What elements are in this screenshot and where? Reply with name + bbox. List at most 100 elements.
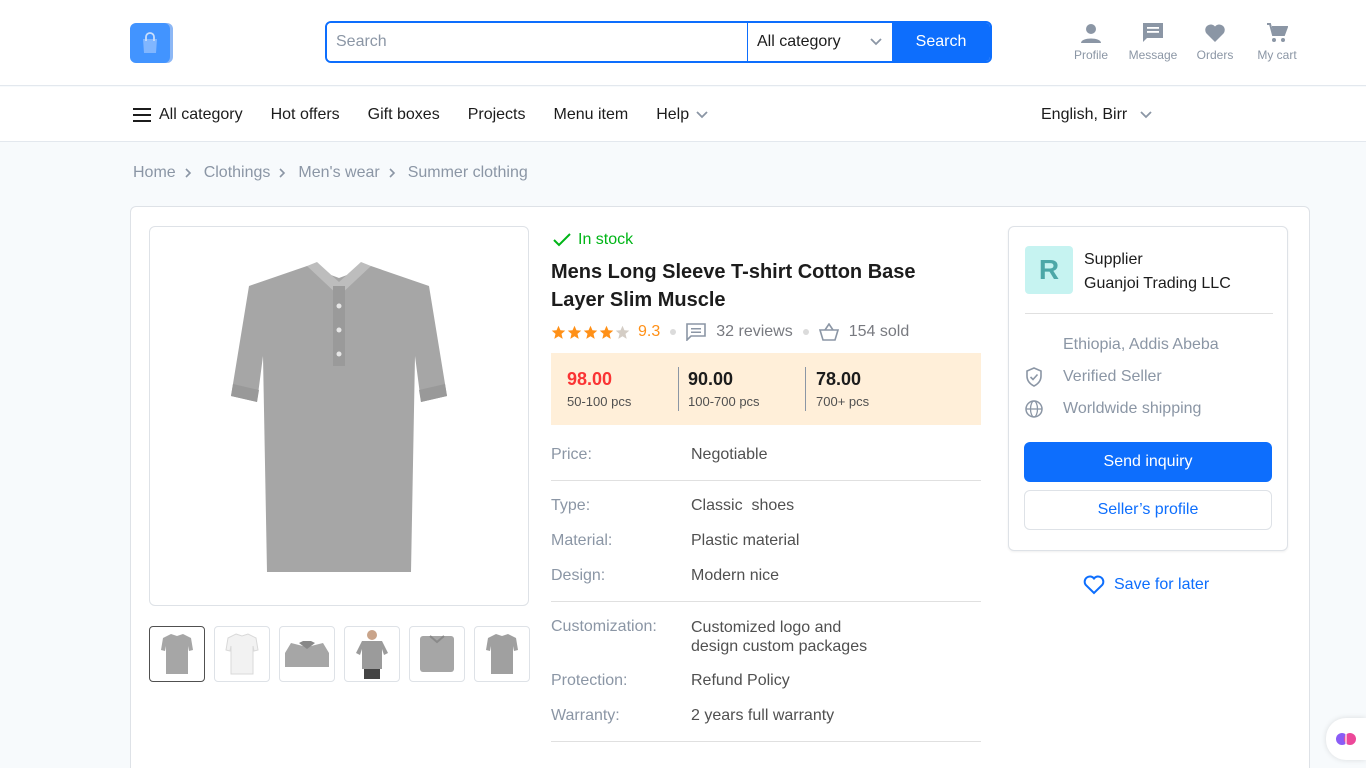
star-icon (551, 325, 566, 339)
spec-warranty: Warranty: 2 years full warranty (551, 707, 834, 725)
breadcrumb-home[interactable]: Home (133, 164, 176, 182)
stock-status-label: In stock (578, 231, 634, 248)
reviews-count[interactable]: 32 reviews (716, 323, 792, 341)
spec-value-line: Customized logo and (691, 619, 842, 636)
main-nav: All category Hot offers Gift boxes Proje… (0, 87, 1366, 142)
price-tier: 78.00 700+ pcs (806, 367, 869, 411)
supplier-verified: Verified Seller (1025, 361, 1219, 393)
save-for-later-button[interactable]: Save for later (1083, 575, 1209, 595)
spec-price: Price: Negotiable (551, 446, 768, 464)
rating-stars (551, 325, 630, 340)
thumbnail-image[interactable] (409, 626, 465, 682)
star-icon (567, 325, 582, 339)
nav-gift-boxes[interactable]: Gift boxes (368, 106, 440, 124)
rating-value: 9.3 (638, 323, 661, 340)
search-input[interactable] (327, 23, 747, 61)
cart-icon (1267, 23, 1288, 42)
brand-logo[interactable] (130, 23, 170, 63)
search-bar: All category Search (325, 21, 992, 63)
tier-quantity: 100-700 pcs (688, 394, 760, 409)
comment-icon (686, 323, 707, 341)
spec-key: Customization: (551, 618, 657, 635)
supplier-avatar: R (1025, 246, 1073, 294)
separator-dot (670, 329, 677, 335)
search-button[interactable]: Search (892, 23, 990, 61)
breadcrumb-clothings[interactable]: Clothings (204, 164, 271, 182)
nav-help-label: Help (656, 105, 690, 123)
send-inquiry-button[interactable]: Send inquiry (1024, 442, 1272, 482)
top-header: All category Search Profile Message Orde… (0, 0, 1366, 86)
thumbnail-image[interactable] (279, 626, 335, 682)
chevron-down-icon (870, 38, 882, 46)
nav-menu-item[interactable]: Menu item (554, 106, 629, 124)
message-action[interactable]: Message (1122, 22, 1184, 62)
sold-count: 154 sold (848, 323, 910, 340)
message-icon (1143, 23, 1163, 42)
person-icon (1081, 24, 1101, 43)
nav-all-category[interactable]: All category (133, 106, 243, 124)
breadcrumb-summer-clothing[interactable]: Summer clothing (408, 164, 528, 182)
language-currency-select[interactable]: English, Birr (1041, 87, 1153, 142)
cart-action[interactable]: My cart (1246, 22, 1308, 62)
spec-value-line: design custom packages (691, 638, 868, 655)
divider (1025, 313, 1273, 314)
nav-help[interactable]: Help (656, 106, 709, 124)
rating-row: 9.3 32 reviews 154 sold (551, 322, 909, 342)
supplier-shipping: Worldwide shipping (1025, 393, 1219, 425)
seller-profile-button[interactable]: Seller’s profile (1024, 490, 1272, 530)
orders-action[interactable]: Orders (1184, 22, 1246, 62)
breadcrumb-mens-wear[interactable]: Men's wear (298, 164, 379, 182)
divider (551, 741, 981, 742)
nav-projects[interactable]: Projects (468, 106, 526, 124)
category-select-label: All category (757, 33, 841, 50)
product-main-image[interactable] (149, 226, 529, 606)
spec-key: Type: (551, 497, 591, 514)
check-icon (553, 233, 571, 247)
language-currency-label: English, Birr (1041, 105, 1128, 123)
divider (551, 601, 981, 602)
supplier-name[interactable]: Guanjoi Trading LLC (1084, 272, 1231, 296)
divider (551, 480, 981, 481)
chevron-right-icon (278, 167, 286, 179)
heart-outline-icon (1083, 575, 1105, 595)
breadcrumb: Home Clothings Men's wear Summer clothin… (133, 164, 528, 182)
polo-shirt-image (231, 262, 447, 572)
supplier-panel: R Supplier Guanjoi Trading LLC Ethiopia,… (1008, 226, 1288, 551)
tier-price: 98.00 (567, 369, 613, 389)
spec-customization: Customization: Customized logo and desig… (551, 618, 867, 656)
basket-icon (818, 323, 839, 341)
spec-key: Warranty: (551, 707, 620, 724)
chevron-down-icon (696, 110, 708, 118)
tier-price: 78.00 (816, 369, 862, 389)
thumbnail-image[interactable] (474, 626, 530, 682)
nav-hot-offers[interactable]: Hot offers (271, 106, 340, 124)
supplier-details: Ethiopia, Addis Abeba Verified Seller Wo… (1025, 329, 1219, 425)
profile-action-label: Profile (1073, 48, 1108, 62)
spec-value: Negotiable (691, 446, 768, 463)
tier-price: 90.00 (688, 369, 734, 389)
supplier-location-text: Ethiopia, Addis Abeba (1063, 336, 1219, 353)
thumbnail-strip (149, 626, 530, 682)
spec-key: Price: (551, 446, 592, 463)
star-icon (599, 325, 614, 339)
spec-key: Protection: (551, 672, 628, 689)
spec-material: Material: Plastic material (551, 532, 799, 550)
assistant-widget-button[interactable] (1326, 718, 1366, 760)
chevron-right-icon (388, 167, 396, 179)
supplier-label: Supplier (1084, 251, 1143, 268)
spec-type: Type: Classic shoes (551, 497, 794, 515)
supplier-info: Supplier Guanjoi Trading LLC (1084, 248, 1231, 296)
thumbnail-image[interactable] (344, 626, 400, 682)
tier-quantity: 50-100 pcs (567, 394, 632, 409)
star-icon (583, 325, 598, 339)
spec-value: Customized logo and design custom packag… (691, 618, 867, 656)
profile-action[interactable]: Profile (1060, 22, 1122, 62)
spec-value: Classic shoes (691, 497, 795, 514)
spec-key: Material: (551, 532, 613, 549)
thumbnail-image[interactable] (214, 626, 270, 682)
product-title: Mens Long Sleeve T-shirt Cotton Base Lay… (551, 261, 916, 311)
category-select[interactable]: All category (747, 23, 892, 61)
thumbnail-image[interactable] (149, 626, 205, 682)
supplier-shipping-text: Worldwide shipping (1063, 400, 1202, 417)
spec-protection: Protection: Refund Policy (551, 672, 790, 690)
